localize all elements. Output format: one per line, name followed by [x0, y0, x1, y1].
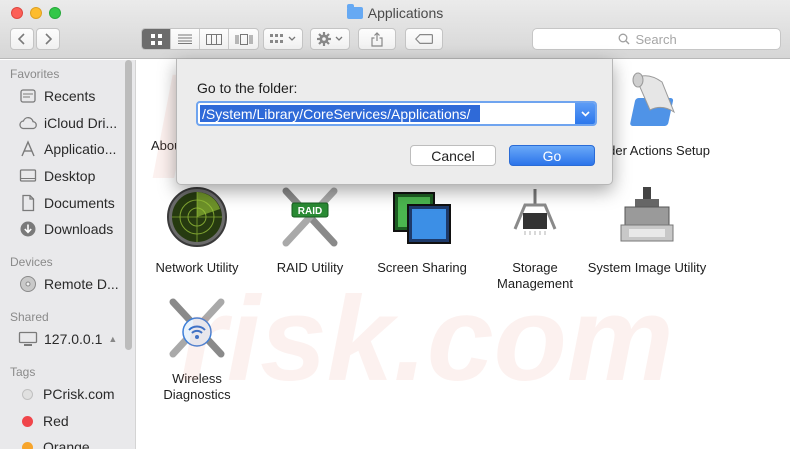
cover-flow-view-button[interactable] [229, 29, 258, 49]
sidebar-item-label: PCrisk.com [43, 386, 115, 402]
action-menu-button[interactable] [310, 28, 350, 50]
icon-view-button[interactable] [142, 29, 171, 49]
app-network-utility[interactable]: Network Utility [137, 185, 257, 276]
window-toolbar: Applications [0, 0, 790, 59]
sidebar-tag-orange[interactable]: Orange [0, 435, 126, 449]
go-button[interactable]: Go [509, 145, 595, 166]
app-screen-sharing[interactable]: Screen Sharing [362, 185, 482, 276]
app-label: Screen Sharing [377, 260, 467, 275]
raid-badge-text: RAID [298, 206, 322, 217]
list-view-button[interactable] [171, 29, 200, 49]
sidebar-scrollbar[interactable] [125, 60, 132, 350]
app-label: RAID Utility [276, 260, 344, 275]
go-to-folder-dialog: Go to the folder: Cancel Go [176, 59, 613, 185]
share-button[interactable] [358, 28, 396, 50]
app-system-image-utility[interactable]: System Image Utility [587, 185, 707, 276]
chevron-right-icon [45, 33, 52, 45]
sidebar-item-label: Downloads [44, 221, 114, 237]
sidebar: Favorites Recents iCloud Dri... Applicat… [0, 60, 136, 449]
sidebar-item-label: Orange [43, 439, 90, 449]
sidebar-tag-pcrisk[interactable]: PCrisk.com [0, 382, 126, 406]
search-icon [618, 33, 629, 45]
sidebar-section-tags: Tags [10, 365, 36, 379]
group-grid-icon [270, 34, 283, 43]
app-storage-management[interactable]: Storage Management [475, 185, 595, 292]
tag-dot-icon [22, 441, 33, 449]
sidebar-item-applications[interactable]: Applicatio... [0, 137, 126, 161]
cancel-button[interactable]: Cancel [410, 145, 496, 166]
raid-tools-icon: RAID [282, 187, 338, 247]
group-by-button[interactable] [263, 28, 303, 50]
folder-icon [346, 4, 363, 19]
columns-icon [206, 33, 222, 45]
chevron-left-icon [18, 33, 25, 45]
app-label: Wireless Diagnostics [163, 371, 231, 402]
desktop-icon [18, 166, 38, 186]
cover-flow-icon [235, 33, 252, 45]
chevron-down-icon [580, 110, 590, 117]
dialog-prompt: Go to the folder: [197, 80, 298, 96]
monitor-icon [18, 329, 38, 349]
chevron-down-icon [288, 36, 296, 41]
sidebar-section-devices: Devices [10, 255, 53, 269]
forward-button[interactable] [36, 28, 60, 50]
sidebar-item-shared-host[interactable]: 127.0.0.1 ▲ [0, 327, 126, 351]
sidebar-item-label: Documents [44, 195, 115, 211]
path-history-dropdown[interactable] [575, 103, 595, 124]
screens-icon [393, 192, 451, 244]
app-raid-utility[interactable]: RAID RAID Utility [250, 185, 370, 276]
radar-icon [167, 187, 227, 247]
sidebar-item-recents[interactable]: Recents [0, 84, 126, 108]
wifi-tools-icon [169, 298, 225, 358]
sidebar-item-remote-disc[interactable]: Remote D... [0, 272, 126, 296]
edit-tags-button[interactable] [405, 28, 443, 50]
eject-icon[interactable]: ▲ [108, 334, 117, 344]
share-icon [371, 31, 383, 47]
app-label: System Image Utility [587, 260, 707, 275]
column-view-button[interactable] [200, 29, 229, 49]
grid-icon [150, 33, 162, 45]
search-field[interactable] [532, 28, 781, 50]
back-button[interactable] [10, 28, 34, 50]
document-icon [18, 193, 38, 213]
sidebar-item-label: Desktop [44, 168, 96, 184]
window-title-text: Applications [367, 5, 444, 21]
folder-path-input[interactable] [200, 105, 480, 122]
window-title: Applications [0, 4, 790, 21]
folder-path-combobox[interactable] [196, 101, 597, 126]
list-icon [178, 34, 192, 44]
disk-press-icon [620, 187, 674, 242]
tag-dot-icon [22, 388, 33, 400]
clock-icon [18, 86, 38, 106]
sidebar-item-label: Red [43, 413, 69, 429]
gear-icon [317, 32, 331, 46]
sidebar-item-label: Remote D... [44, 276, 119, 292]
applications-icon [18, 139, 38, 159]
disc-icon [18, 274, 38, 294]
sidebar-item-downloads[interactable]: Downloads [0, 217, 126, 241]
app-label: Storage Management [497, 260, 573, 291]
sidebar-item-documents[interactable]: Documents [0, 191, 126, 215]
view-mode-control [141, 28, 259, 50]
sidebar-item-label: Applicatio... [44, 141, 117, 157]
chip-caliper-icon [513, 189, 557, 235]
sidebar-section-favorites: Favorites [10, 67, 60, 81]
sidebar-tag-red[interactable]: Red [0, 409, 126, 433]
sidebar-item-label: Recents [44, 88, 96, 104]
cloud-icon [18, 113, 38, 133]
tag-dot-icon [22, 415, 33, 427]
chevron-down-icon [335, 36, 343, 41]
script-scroll-icon [630, 72, 676, 126]
tag-icon [415, 34, 433, 44]
search-input[interactable] [635, 31, 696, 47]
download-icon [18, 219, 38, 239]
app-label: Network Utility [155, 260, 239, 275]
sidebar-item-desktop[interactable]: Desktop [0, 164, 126, 188]
sidebar-item-label: iCloud Dri... [44, 115, 118, 131]
sidebar-section-shared: Shared [10, 310, 49, 324]
sidebar-item-icloud-drive[interactable]: iCloud Dri... [0, 111, 126, 135]
sidebar-item-label: 127.0.0.1 [44, 331, 103, 347]
app-wireless-diagnostics[interactable]: Wireless Diagnostics [137, 296, 257, 403]
